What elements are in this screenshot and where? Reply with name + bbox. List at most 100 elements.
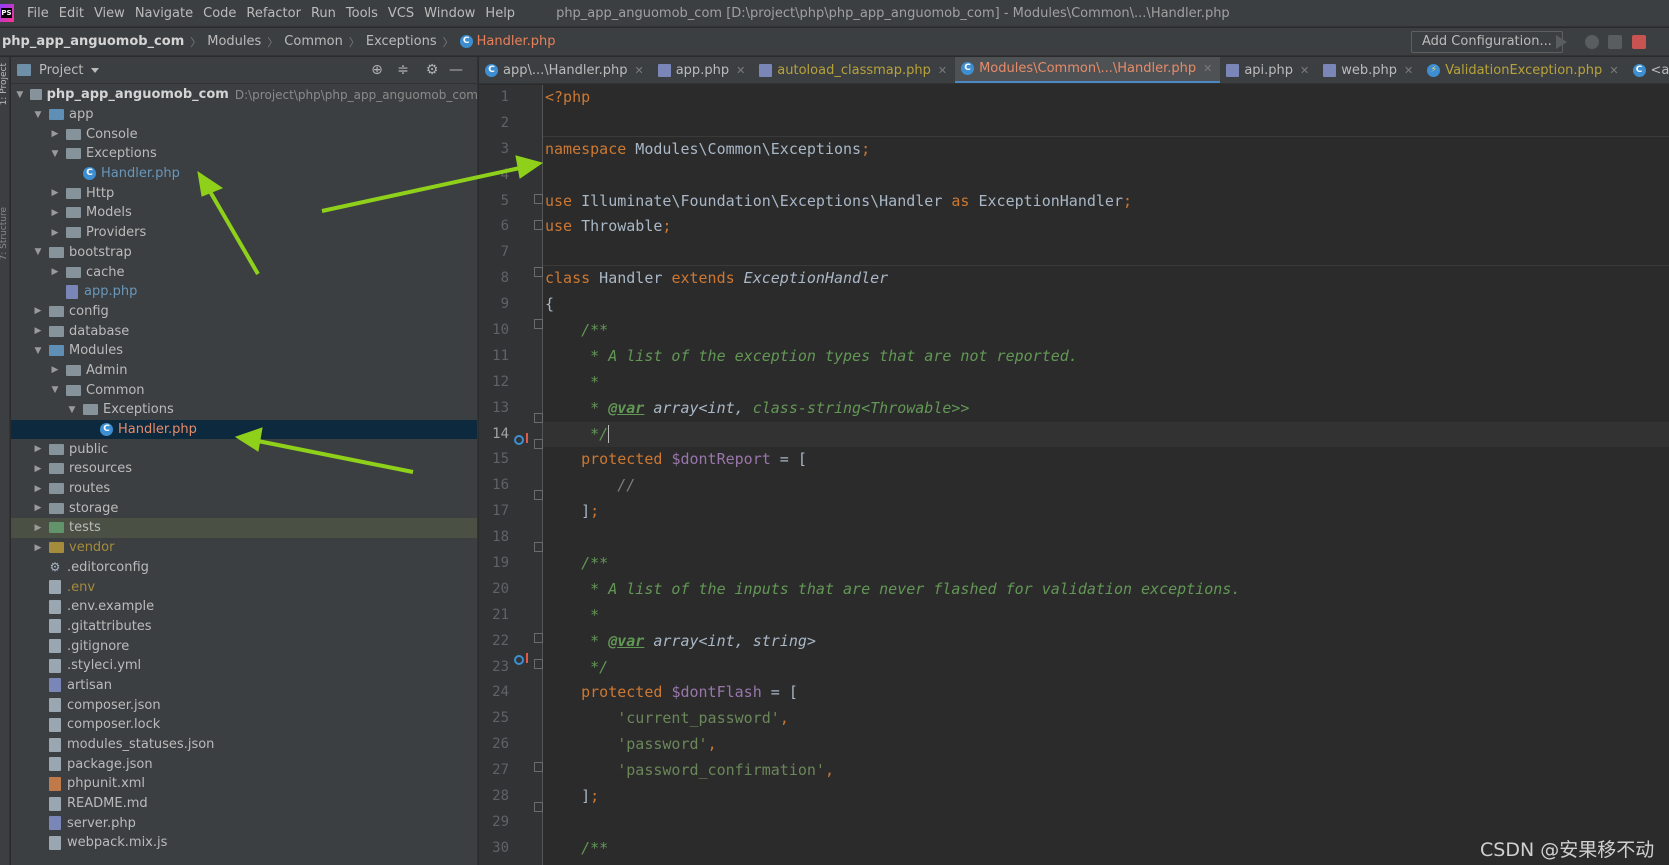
tree-item-public[interactable]: ▶ public [11, 439, 477, 459]
chevron-right-icon[interactable]: ▶ [49, 129, 61, 139]
tree-item-root[interactable]: ▼ php_app_anguomob_com D:\project\php\php_… [11, 85, 477, 105]
tab-modules-handler[interactable]: C Modules\Common\...\Handler.php ✕ [955, 57, 1221, 83]
menu-vcs[interactable]: VCS [383, 0, 419, 27]
fold-marker-icon[interactable] [534, 220, 543, 230]
close-icon[interactable]: ✕ [1300, 64, 1309, 77]
menu-code[interactable]: Code [198, 0, 241, 27]
tab-web-php[interactable]: web.php ✕ [1317, 57, 1421, 83]
close-icon[interactable]: ✕ [1404, 64, 1413, 77]
tree-item-gitignore[interactable]: .gitignore [11, 636, 477, 656]
tree-item-handler-app[interactable]: C Handler.php [11, 164, 477, 184]
tree-item-env[interactable]: .env [11, 577, 477, 597]
tab-app-php[interactable]: app.php ✕ [652, 57, 754, 83]
chevron-right-icon[interactable]: ▶ [49, 188, 61, 198]
tree-item-tests[interactable]: ▶ tests [11, 518, 477, 538]
tree-item-readme[interactable]: README.md [11, 794, 477, 814]
chevron-right-icon[interactable]: ▶ [32, 444, 44, 454]
add-configuration-button[interactable]: Add Configuration... [1411, 31, 1563, 53]
tree-item-exceptions[interactable]: ▼ Exceptions [11, 144, 477, 164]
tree-item-composer-lock[interactable]: composer.lock [11, 715, 477, 735]
close-icon[interactable]: ✕ [1609, 64, 1618, 77]
tab-validation-exception[interactable]: ⚡ ValidationException.php ✕ [1421, 57, 1626, 83]
tree-item-modules-statuses[interactable]: modules_statuses.json [11, 735, 477, 755]
tree-item-package-json[interactable]: package.json [11, 754, 477, 774]
tree-item-storage[interactable]: ▶ storage [11, 498, 477, 518]
hide-icon[interactable]: — [449, 63, 463, 77]
code-area[interactable]: <?php namespace Modules\Common\Exception… [543, 85, 1669, 862]
tree-item-styleci[interactable]: .styleci.yml [11, 656, 477, 676]
tree-item-env-example[interactable]: .env.example [11, 597, 477, 617]
menu-edit[interactable]: Edit [54, 0, 89, 27]
fold-marker-icon[interactable] [534, 413, 543, 423]
menu-help[interactable]: Help [480, 0, 520, 27]
run-icon[interactable] [1556, 35, 1567, 49]
chevron-right-icon[interactable]: ▶ [49, 208, 61, 218]
tab-autoload-classmap[interactable]: autoload_classmap.php ✕ [753, 57, 955, 83]
tree-item-config[interactable]: ▶ config [11, 302, 477, 322]
fold-marker-icon[interactable] [534, 439, 543, 449]
tree-item-admin[interactable]: ▶ Admin [11, 361, 477, 381]
fold-marker-icon[interactable] [534, 490, 543, 500]
tree-item-bootstrap[interactable]: ▼ bootstrap [11, 243, 477, 263]
chevron-right-icon[interactable]: ▶ [32, 484, 44, 494]
tree-item-app-php[interactable]: app.php [11, 282, 477, 302]
close-icon[interactable]: ✕ [1203, 62, 1212, 75]
project-tool-tab[interactable]: 1: Project [0, 63, 9, 105]
menu-tools[interactable]: Tools [341, 0, 383, 27]
fold-marker-icon[interactable] [534, 633, 543, 643]
debug-icon[interactable] [1585, 35, 1599, 49]
chevron-right-icon[interactable]: ▶ [49, 267, 61, 277]
chevron-right-icon[interactable]: ▶ [32, 326, 44, 336]
tree-item-common-exceptions[interactable]: ▼ Exceptions [11, 400, 477, 420]
tab-api-php[interactable]: api.php ✕ [1220, 57, 1317, 83]
tree-item-app[interactable]: ▼ app [11, 105, 477, 125]
chevron-down-icon[interactable]: ▼ [49, 385, 61, 395]
breadcrumb-common[interactable]: Common [284, 34, 343, 49]
tree-item-resources[interactable]: ▶ resources [11, 459, 477, 479]
override-icon[interactable] [514, 655, 524, 665]
chevron-right-icon[interactable]: ▶ [32, 543, 44, 553]
menu-refactor[interactable]: Refactor [241, 0, 306, 27]
fold-marker-icon[interactable] [534, 802, 543, 812]
fold-marker-icon[interactable] [534, 319, 543, 329]
gear-icon[interactable]: ⚙ [425, 63, 439, 77]
fold-marker-icon[interactable] [534, 659, 543, 669]
chevron-right-icon[interactable]: ▶ [49, 365, 61, 375]
tree-item-vendor[interactable]: ▶ vendor [11, 538, 477, 558]
close-icon[interactable]: ✕ [938, 64, 947, 77]
tab-app-handler[interactable]: Capp\...\Handler.php ✕ [479, 57, 652, 83]
breadcrumb-project[interactable]: php_app_anguomob_com [2, 34, 184, 49]
tree-item-console[interactable]: ▶ Console [11, 124, 477, 144]
fold-marker-icon[interactable] [534, 194, 543, 204]
fold-marker-icon[interactable] [534, 762, 543, 772]
close-icon[interactable]: ✕ [736, 64, 745, 77]
tree-item-common[interactable]: ▼ Common [11, 380, 477, 400]
chevron-down-icon[interactable]: ▼ [49, 149, 61, 159]
chevron-down-icon[interactable]: ▼ [32, 110, 44, 120]
tree-item-handler-modules[interactable]: C Handler.php [11, 419, 477, 440]
tree-item-routes[interactable]: ▶ routes [11, 479, 477, 499]
close-icon[interactable]: ✕ [635, 64, 644, 77]
tree-item-phpunit[interactable]: phpunit.xml [11, 774, 477, 794]
fold-marker-icon[interactable] [534, 542, 543, 552]
tree-item-database[interactable]: ▶ database [11, 321, 477, 341]
chevron-right-icon[interactable]: ▶ [32, 306, 44, 316]
menu-file[interactable]: File [22, 0, 54, 27]
chevron-right-icon[interactable]: ▶ [49, 228, 61, 238]
chevron-down-icon[interactable]: ▼ [32, 346, 44, 356]
tree-item-http[interactable]: ▶ Http [11, 183, 477, 203]
tree-item-artisan[interactable]: artisan [11, 676, 477, 696]
chevron-down-icon[interactable]: ▼ [66, 405, 78, 415]
menu-view[interactable]: View [89, 0, 130, 27]
project-view-title[interactable]: Project [39, 63, 83, 78]
stop-icon[interactable] [1632, 35, 1646, 49]
chevron-right-icon[interactable]: ▶ [32, 464, 44, 474]
tree-item-cache[interactable]: ▶ cache [11, 262, 477, 282]
chevron-down-icon[interactable]: ▼ [15, 90, 25, 100]
fold-marker-icon[interactable] [534, 267, 543, 277]
tree-item-models[interactable]: ▶ Models [11, 203, 477, 223]
menu-run[interactable]: Run [306, 0, 341, 27]
chevron-down-icon[interactable] [91, 67, 100, 73]
tree-item-server[interactable]: server.php [11, 813, 477, 833]
chevron-down-icon[interactable]: ▼ [32, 247, 44, 257]
